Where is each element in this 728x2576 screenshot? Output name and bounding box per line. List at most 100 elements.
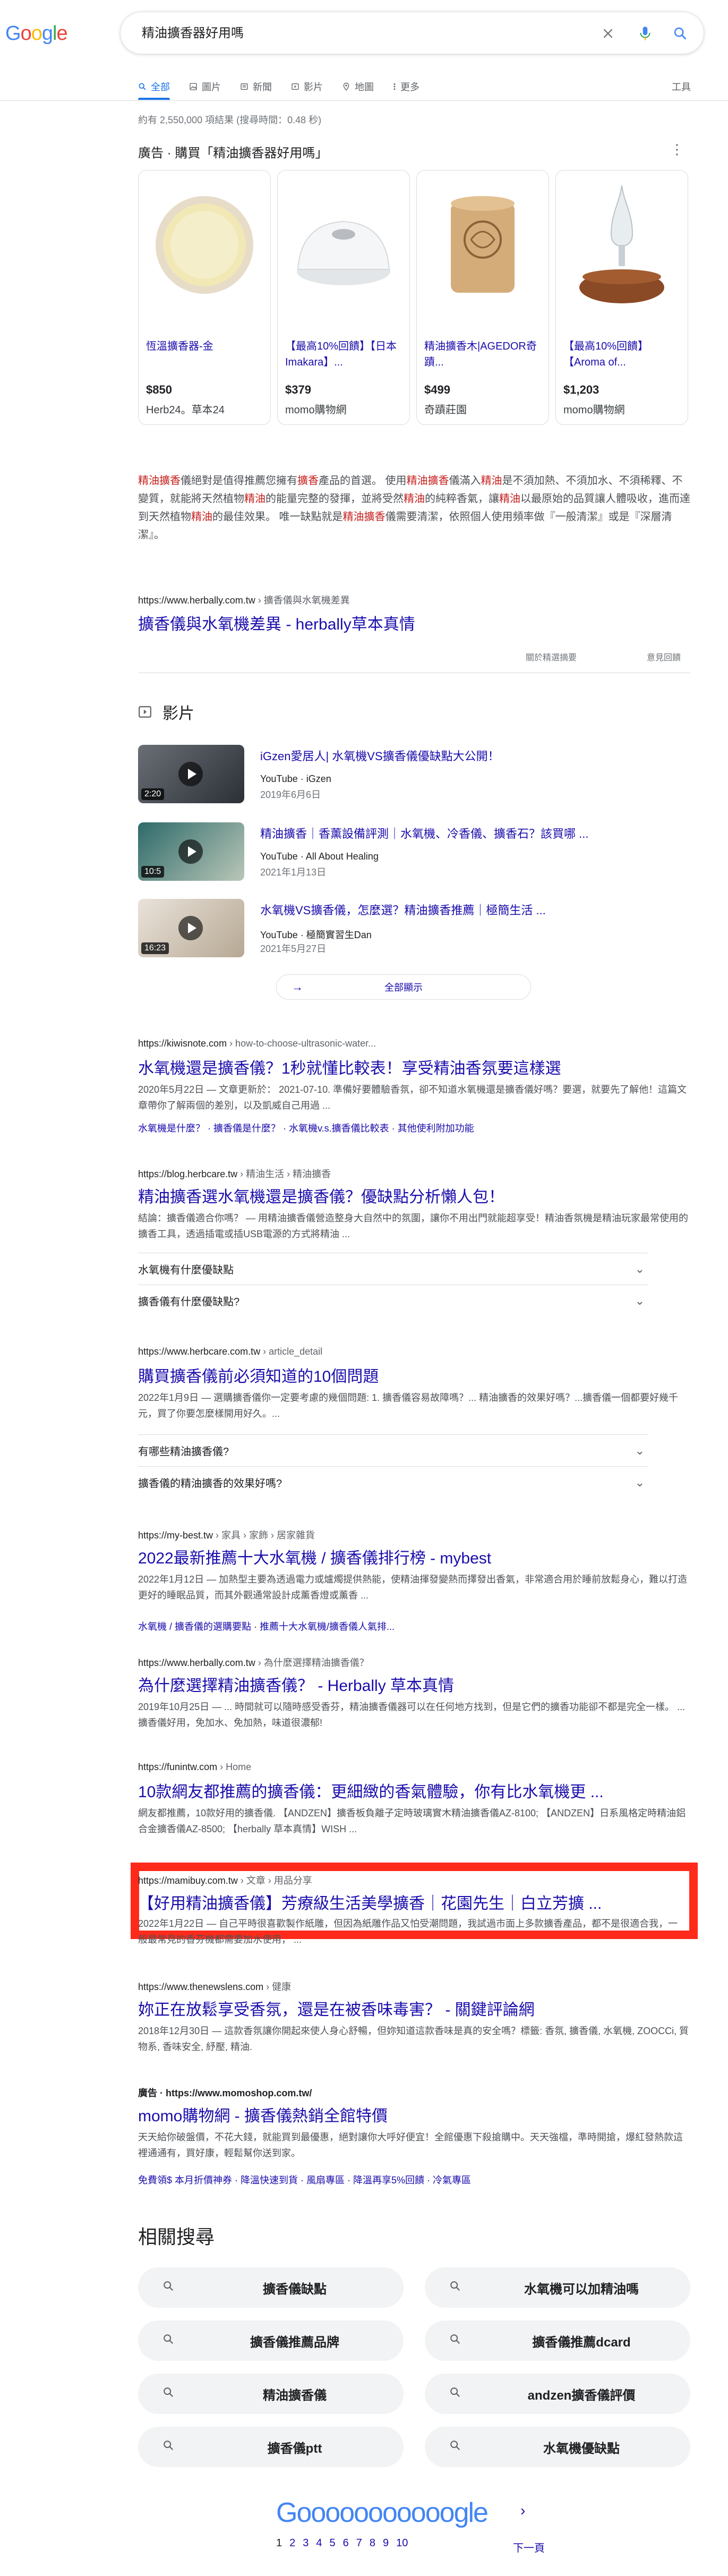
play-icon bbox=[178, 762, 203, 786]
expandable-question[interactable]: 擴香儀的精油擴香的效果好嗎? ⌄ bbox=[138, 1466, 648, 1498]
related-search-label: 擴香儀ptt bbox=[267, 2441, 322, 2456]
featured-title[interactable]: 擴香儀與水氧機差異 - herbally草本真情 bbox=[138, 611, 415, 634]
tab-all[interactable]: 全部 bbox=[138, 73, 170, 100]
result-title[interactable]: 2022最新推薦十大水氧機 / 擴香儀排行榜 - mybest bbox=[138, 1545, 491, 1568]
ad-title[interactable]: momo購物網 - 擴香儀熱銷全館特價 bbox=[138, 2103, 388, 2126]
product-card[interactable]: 【最高10%回饋】【Aroma of... $1,203 momo購物網 bbox=[555, 170, 688, 425]
video-title[interactable]: 精油擴香｜香薰設備評測｜水氧機、冷香儀、擴香石？該買哪 ... bbox=[260, 824, 588, 841]
related-search-chip[interactable]: 水氧機可以加精油嗎 bbox=[425, 2267, 690, 2308]
video-thumbnail[interactable]: 2:20 bbox=[138, 745, 244, 803]
play-icon bbox=[178, 839, 203, 864]
view-all-videos-button[interactable]: → 全部顯示 bbox=[276, 974, 531, 1000]
related-search-chip[interactable]: 擴香儀推薦品牌 bbox=[138, 2320, 404, 2361]
next-page-link[interactable]: 下一頁 bbox=[513, 2539, 545, 2555]
page-link[interactable]: 5 bbox=[330, 2537, 336, 2549]
related-search-chip[interactable]: 水氧機優缺點 bbox=[425, 2427, 690, 2467]
question-label: 水氧機有什麼優缺點 bbox=[138, 1264, 234, 1276]
page-link[interactable]: 8 bbox=[370, 2537, 375, 2549]
expandable-question[interactable]: 擴香儀有什麼優缺點? ⌄ bbox=[138, 1285, 648, 1316]
video-title[interactable]: iGzen愛居人| 水氧機VS擴香儀優缺點大公開！ bbox=[260, 747, 500, 764]
page-link[interactable]: 2 bbox=[289, 2537, 295, 2549]
page-link[interactable]: 9 bbox=[383, 2537, 389, 2549]
result-title[interactable]: 【好用精油擴香儀】芳療級生活美學擴香｜花園先生｜白立芳擴 ... bbox=[138, 1890, 602, 1914]
tab-label: 影片 bbox=[304, 82, 323, 92]
product-card[interactable]: 精油擴香木|AGEDOR奇蹟... $499 奇蹟莊園 bbox=[416, 170, 549, 425]
tab-news[interactable]: 新聞 bbox=[240, 73, 272, 100]
feedback-link[interactable]: 意見回饋 bbox=[647, 650, 681, 663]
search-input[interactable] bbox=[142, 24, 567, 39]
result-url[interactable]: https://www.thenewslens.com › 健康 bbox=[138, 1979, 291, 1993]
featured-url[interactable]: https://www.herbally.com.tw › 擴香儀與水氧機差異 bbox=[138, 593, 350, 607]
related-search-chip[interactable]: 擴香儀缺點 bbox=[138, 2267, 404, 2308]
product-store: momo購物網 bbox=[563, 404, 625, 416]
ad-url[interactable]: 廣告 · https://www.momoshop.com.tw/ bbox=[138, 2086, 312, 2099]
result-title[interactable]: 妳正在放鬆享受香氛，還是在被香味毒害？ - 關鍵評論網 bbox=[138, 1996, 535, 2020]
expandable-question[interactable]: 有哪些精油擴香儀? ⌄ bbox=[138, 1434, 648, 1466]
video-date: 2021年1月13日 bbox=[260, 867, 327, 878]
video-item[interactable]: 2:20 iGzen愛居人| 水氧機VS擴香儀優缺點大公開！ YouTube ·… bbox=[138, 745, 542, 803]
page-numbers: 1 2 3 4 5 6 7 8 9 10 bbox=[276, 2537, 408, 2549]
related-searches-heading: 相關搜尋 bbox=[138, 2226, 215, 2248]
ad-sitelinks[interactable]: 免費領$ 本月折價神券 · 降溫快速到貨 · 風扇專區 · 降溫再享5%回饋 ·… bbox=[138, 2173, 471, 2187]
related-search-chip[interactable]: andzen擴香儀評價 bbox=[425, 2374, 690, 2414]
result-title[interactable]: 精油擴香選水氧機還是擴香儀？優缺點分析懶人包！ bbox=[138, 1184, 504, 1207]
video-item[interactable]: 10:5 精油擴香｜香薰設備評測｜水氧機、冷香儀、擴香石？該買哪 ... You… bbox=[138, 822, 588, 881]
search-icon bbox=[449, 2280, 461, 2296]
result-url[interactable]: https://my-best.tw › 家具 › 家飾 › 居家雜貨 bbox=[138, 1528, 315, 1542]
result-title[interactable]: 購買擴香儀前必須知道的10個問題 bbox=[138, 1363, 379, 1387]
product-price: $850 bbox=[146, 383, 172, 396]
clear-icon[interactable] bbox=[598, 24, 618, 43]
result-title[interactable]: 水氧機還是擴香儀？1秒就懂比較表！享受精油香氛要這樣選 bbox=[138, 1055, 561, 1078]
result-snippet: 2018年12月30日 — 這款香氛讓你開起來使人身心舒暢，但妳知道這款香味是真… bbox=[138, 2026, 689, 2052]
product-store: momo購物網 bbox=[285, 404, 347, 416]
result-title[interactable]: 10款網友都推薦的擴香儀：更細緻的香氣體驗，你有比水氧機更 ... bbox=[138, 1779, 604, 1802]
related-search-chip[interactable]: 精油擴香儀 bbox=[138, 2374, 404, 2414]
result-sublinks[interactable]: 水氧機 / 擴香儀的選購要點 · 推薦十大水氧機/擴香儀人氣排... bbox=[138, 1619, 395, 1633]
result-snippet: 2020年5月22日 — 文章更新於： 2021-07-10. 準備好要體驗香氛… bbox=[138, 1084, 687, 1111]
microphone-icon[interactable] bbox=[636, 24, 655, 43]
result-url[interactable]: https://www.herbally.com.tw › 為什麼選擇精油擴香儀… bbox=[138, 1655, 369, 1669]
page-link[interactable]: 6 bbox=[343, 2537, 349, 2549]
search-icon bbox=[162, 2333, 174, 2349]
tab-maps[interactable]: 地圖 bbox=[342, 73, 374, 100]
result-url[interactable]: https://mamibuy.com.tw › 文章 › 用品分享 bbox=[138, 1873, 312, 1887]
about-featured-snippet[interactable]: 關於精選摘要 bbox=[526, 650, 577, 663]
video-item[interactable]: 16:23 水氧機VS擴香儀，怎麼選？精油擴香推薦｜極簡生活 ... YouTu… bbox=[138, 899, 546, 957]
result-url[interactable]: https://blog.herbcare.tw › 精油生活 › 精油擴香 bbox=[138, 1167, 331, 1180]
result-title[interactable]: 為什麼選擇精油擴香儀？ - Herbally 草本真情 bbox=[138, 1672, 454, 1696]
more-options-icon[interactable]: ⋮ bbox=[670, 141, 684, 158]
page-link[interactable]: 4 bbox=[316, 2537, 322, 2549]
result-snippet: 2019年10月25日 — ... 時間就可以隨時感受香芬，精油擴香儀器可以在任… bbox=[138, 1702, 686, 1728]
product-store: 奇蹟莊園 bbox=[424, 404, 467, 416]
search-box[interactable] bbox=[120, 12, 704, 54]
video-source: YouTube · All About Healing bbox=[260, 851, 379, 862]
page-link[interactable]: 10 bbox=[396, 2537, 408, 2549]
search-icon[interactable] bbox=[671, 24, 690, 43]
video-thumbnail[interactable]: 16:23 bbox=[138, 899, 244, 957]
page-link[interactable]: 3 bbox=[303, 2537, 309, 2549]
expandable-question[interactable]: 水氧機有什麼優缺點 ⌄ bbox=[138, 1253, 648, 1285]
related-search-chip[interactable]: 擴香儀ptt bbox=[138, 2427, 404, 2467]
result-url[interactable]: https://www.herbcare.com.tw › article_de… bbox=[138, 1346, 322, 1357]
ad-header: 廣告 · 購買「精油擴香器好用嗎」 bbox=[138, 146, 328, 160]
chevron-right-icon[interactable]: › bbox=[520, 2502, 525, 2519]
page-link[interactable]: 1 bbox=[276, 2537, 282, 2549]
tab-more[interactable]: 更多 bbox=[393, 73, 419, 100]
product-card[interactable]: 恆溫擴香器-金 $850 Herb24。草本24 bbox=[138, 170, 271, 425]
tab-images[interactable]: 圖片 bbox=[189, 73, 221, 100]
video-thumbnail[interactable]: 10:5 bbox=[138, 822, 244, 881]
tools-button[interactable]: 工具 bbox=[672, 80, 691, 93]
ad-snippet: 天天給你破盤價，不花大錢，就能買到最優惠，絕對讓你大呼好便宜！全館優惠下殺搶購中… bbox=[138, 2132, 683, 2158]
tab-videos[interactable]: 影片 bbox=[291, 73, 323, 100]
result-url[interactable]: https://kiwisnote.com › how-to-choose-ul… bbox=[138, 1038, 376, 1049]
google-logo[interactable]: Google bbox=[5, 22, 68, 45]
page-link[interactable]: 7 bbox=[356, 2537, 362, 2549]
video-title[interactable]: 水氧機VS擴香儀，怎麼選？精油擴香推薦｜極簡生活 ... bbox=[260, 901, 546, 918]
result-sublinks[interactable]: 水氧機是什麼？ · 擴香儀是什麼？ · 水氧機v.s.擴香儀比較表 · 其他使利… bbox=[138, 1121, 474, 1135]
chevron-down-icon: ⌄ bbox=[635, 1262, 645, 1276]
product-card[interactable]: 【最高10%回饋】【日本Imakara】... $379 momo購物網 bbox=[277, 170, 410, 425]
related-search-chip[interactable]: 擴香儀推薦dcard bbox=[425, 2320, 690, 2361]
result-url[interactable]: https://funintw.com › Home bbox=[138, 1762, 251, 1773]
product-image bbox=[139, 171, 270, 319]
header: Google 全部 圖片 新聞 影片 地圖 bbox=[0, 0, 728, 101]
